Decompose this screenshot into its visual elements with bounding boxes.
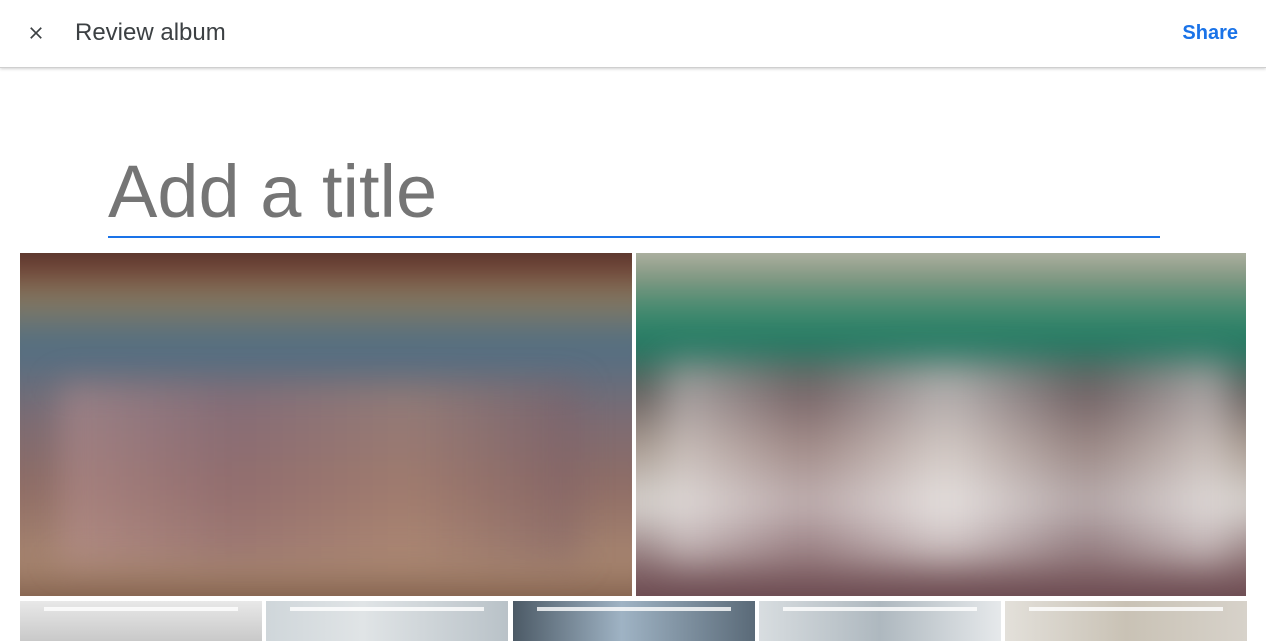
album-photo-thumbnail[interactable] (759, 601, 1001, 641)
close-icon (30, 27, 42, 39)
album-photo[interactable] (20, 253, 632, 596)
album-photo-thumbnail[interactable] (20, 601, 262, 641)
app-header: Review album Share (0, 0, 1266, 68)
album-photo[interactable] (636, 253, 1246, 596)
share-button[interactable]: Share (1182, 17, 1238, 49)
album-photo-thumbnail[interactable] (1005, 601, 1247, 641)
album-photo-thumbnail[interactable] (513, 601, 755, 641)
album-title-input[interactable] (108, 146, 1160, 238)
page-title: Review album (75, 19, 226, 46)
close-button[interactable] (16, 13, 56, 53)
album-photo-thumbnail[interactable] (266, 601, 508, 641)
